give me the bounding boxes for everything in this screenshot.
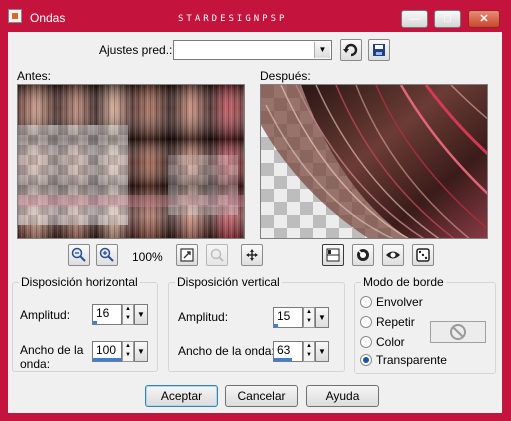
zoom-out-button[interactable]: [68, 244, 90, 266]
save-preset-button[interactable]: [368, 39, 390, 61]
randomize-icon: [357, 249, 369, 261]
randomize-button[interactable]: [352, 244, 374, 266]
maximize-button[interactable]: □: [434, 10, 461, 28]
edge-mode-title: Modo de borde: [361, 275, 446, 289]
horizontal-amplitude-bar: [93, 321, 97, 324]
horizontal-wavelength-bar: [93, 358, 121, 361]
layout-icon: [326, 248, 340, 262]
after-label: Después:: [260, 69, 311, 83]
brand-watermark: STARDESIGNPSP: [178, 14, 288, 24]
minimize-icon: —: [409, 13, 420, 25]
reset-arrow-icon: [343, 43, 358, 57]
horizontal-amplitude-label: Amplitud:: [20, 308, 71, 322]
vertical-group-title: Disposición vertical: [175, 275, 282, 289]
radio-repetir[interactable]: [360, 316, 372, 328]
vertical-amplitude-spinner[interactable]: 15 ▲ ▼ ▼: [273, 307, 330, 328]
no-color-icon: [450, 324, 466, 340]
dice-icon: [416, 248, 430, 262]
up-down-icon[interactable]: ▲ ▼: [122, 304, 134, 325]
vertical-wavelength-bar: [274, 358, 292, 361]
horizontal-wavelength-label-2: onda:: [20, 357, 51, 371]
pan-button[interactable]: [241, 244, 263, 266]
title-bar[interactable]: Ondas STARDESIGNPSP — □ ✕: [0, 0, 511, 32]
horizontal-group-title: Disposición horizontal: [19, 275, 140, 289]
preview-toggle-button[interactable]: [382, 244, 404, 266]
minimize-button[interactable]: —: [401, 10, 428, 28]
zoom-in-icon: [99, 247, 114, 262]
up-down-icon[interactable]: ▲ ▼: [122, 341, 134, 362]
preset-select[interactable]: ▼: [173, 40, 332, 60]
fit-to-window-button[interactable]: [176, 244, 198, 266]
zoom-disabled-icon: [210, 248, 224, 262]
radio-transparente[interactable]: [360, 354, 372, 366]
close-button[interactable]: ✕: [468, 10, 500, 28]
horizontal-wavelength-spinner[interactable]: 100 ▲ ▼ ▼: [92, 341, 149, 362]
preset-label: Ajustes pred.:: [99, 43, 173, 57]
after-preview[interactable]: [260, 84, 488, 239]
ok-button[interactable]: Aceptar: [145, 385, 218, 407]
zoom-out-icon: [71, 247, 86, 262]
zoom-actual-button[interactable]: [206, 244, 228, 266]
reset-button[interactable]: [340, 39, 362, 61]
help-button[interactable]: Ayuda: [306, 385, 379, 407]
horizontal-amplitude-spinner[interactable]: 16 ▲ ▼ ▼: [92, 304, 149, 325]
random-seed-button[interactable]: [412, 244, 434, 266]
close-icon: ✕: [479, 13, 489, 25]
chevron-down-icon[interactable]: ▼: [315, 341, 329, 362]
radio-envolver-label[interactable]: Envolver: [376, 295, 423, 309]
up-down-icon[interactable]: ▲ ▼: [303, 341, 315, 362]
pan-icon: [246, 249, 258, 261]
chevron-down-icon[interactable]: ▼: [134, 304, 148, 325]
cancel-button[interactable]: Cancelar: [225, 385, 298, 407]
horizontal-wavelength-label-1: Ancho de la: [20, 343, 84, 357]
app-icon: [8, 9, 22, 23]
vertical-amplitude-label: Amplitud:: [178, 310, 229, 324]
radio-envolver[interactable]: [360, 296, 372, 308]
chevron-down-icon[interactable]: ▼: [315, 307, 329, 328]
zoom-in-button[interactable]: [96, 244, 118, 266]
before-label: Antes:: [17, 69, 52, 83]
chevron-down-icon[interactable]: ▼: [134, 341, 148, 362]
radio-transparente-label[interactable]: Transparente: [376, 353, 447, 367]
radio-repetir-label[interactable]: Repetir: [376, 315, 415, 329]
color-swatch[interactable]: [430, 321, 486, 343]
before-preview-image: [18, 85, 244, 238]
vertical-amplitude-bar: [274, 324, 278, 327]
maximize-icon: □: [444, 13, 451, 25]
chevron-down-icon[interactable]: ▼: [314, 42, 330, 58]
radio-color-label[interactable]: Color: [376, 335, 405, 349]
vertical-wavelength-spinner[interactable]: 63 ▲ ▼ ▼: [273, 341, 330, 362]
dialog-body: Ajustes pred.: ▼ Antes: Después: 100% Di…: [8, 32, 502, 413]
fit-icon: [180, 248, 194, 262]
eye-icon: [386, 251, 400, 259]
up-down-icon[interactable]: ▲ ▼: [303, 307, 315, 328]
save-icon: [373, 44, 385, 56]
layout-toggle-button[interactable]: [322, 244, 344, 266]
vertical-wavelength-label: Ancho de la onda:: [178, 344, 275, 358]
after-preview-image: [261, 85, 487, 238]
before-preview[interactable]: [17, 84, 245, 239]
zoom-level: 100%: [132, 250, 163, 264]
dialog-window: Ondas STARDESIGNPSP — □ ✕ Ajustes pred.:…: [0, 0, 511, 421]
window-title: Ondas: [30, 11, 66, 25]
radio-color[interactable]: [360, 336, 372, 348]
